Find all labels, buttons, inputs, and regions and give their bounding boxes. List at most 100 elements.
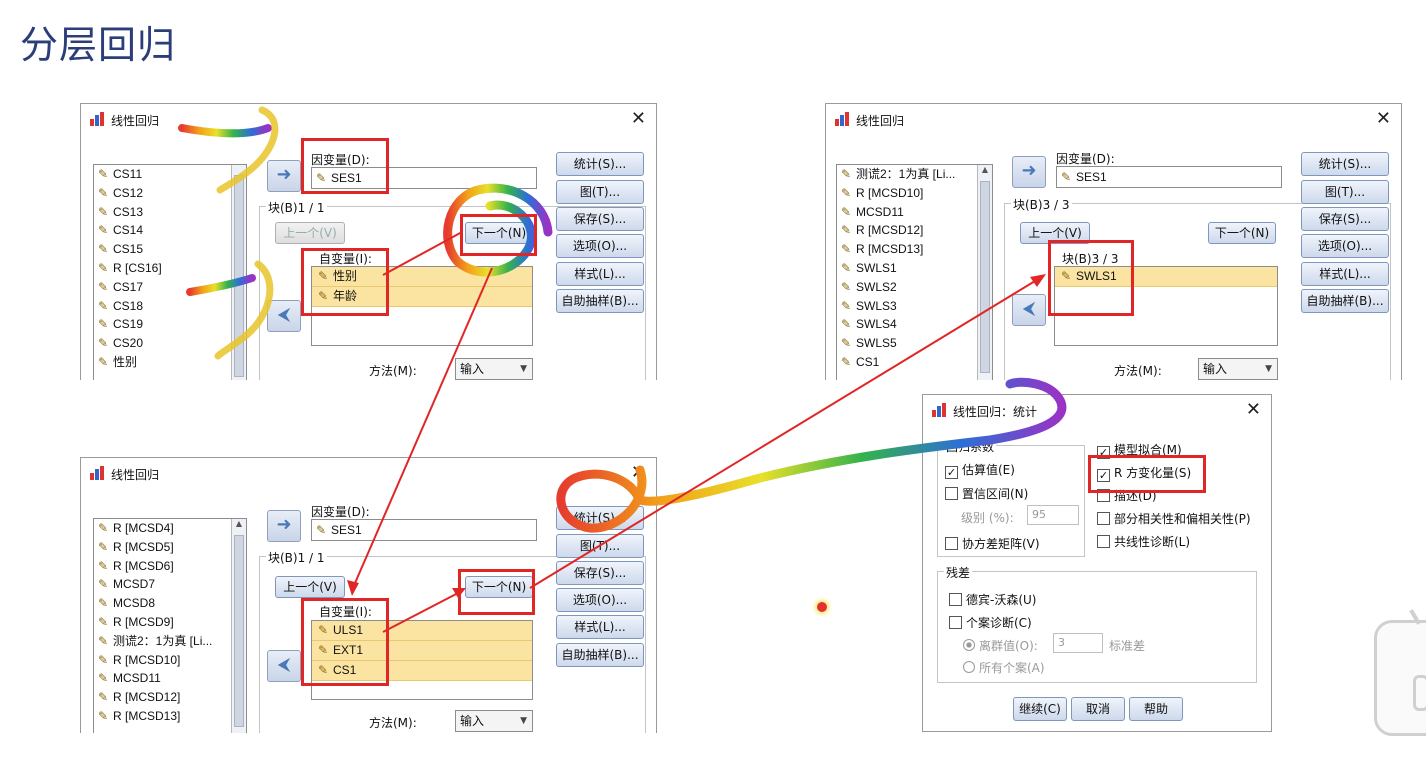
- style-button[interactable]: 样式(L)...: [556, 262, 644, 286]
- statistics-button[interactable]: 统计(S)...: [1301, 152, 1389, 176]
- confidence-interval-checkbox[interactable]: 置信区间(N): [945, 485, 1028, 502]
- part-partial-correlations-checkbox[interactable]: 部分相关性和偏相关性(P): [1097, 510, 1251, 527]
- move-to-independent-button[interactable]: ⮜: [1012, 294, 1046, 326]
- options-button[interactable]: 选项(O)...: [1301, 234, 1389, 258]
- variable-list-item[interactable]: ✎ R [CS16]: [94, 259, 246, 278]
- variable-list-item[interactable]: ✎ R [MCSD6]: [94, 557, 246, 576]
- continue-button[interactable]: 继续(C): [1013, 697, 1067, 721]
- options-button[interactable]: 选项(O)...: [556, 234, 644, 258]
- casewise-diagnostics-checkbox[interactable]: 个案诊断(C): [949, 614, 1032, 631]
- move-to-independent-button[interactable]: ⮜: [267, 300, 301, 332]
- method-select[interactable]: 输入 ▼: [455, 710, 533, 732]
- scale-var-icon: ✎: [98, 167, 109, 181]
- dialog-title: 线性回归：统计: [953, 405, 1038, 419]
- variable-list-item[interactable]: ✎ CS15: [94, 240, 246, 259]
- variable-list-item[interactable]: ✎ MCSD11: [837, 203, 992, 222]
- variable-list-item[interactable]: ✎ CS1: [837, 353, 992, 372]
- variable-list-item[interactable]: ✎ R [MCSD13]: [94, 707, 246, 726]
- cancel-button[interactable]: 取消: [1071, 697, 1125, 721]
- variable-list-item[interactable]: ✎ MCSD7: [94, 575, 246, 594]
- bootstrap-button[interactable]: 自助抽样(B)...: [556, 289, 644, 313]
- estimates-checkbox[interactable]: ✓ 估算值(E): [945, 461, 1015, 479]
- save-button[interactable]: 保存(S)...: [1301, 207, 1389, 231]
- level-input[interactable]: 95: [1027, 505, 1079, 525]
- block-label: 块(B)1 / 1: [266, 199, 327, 216]
- variable-list-item[interactable]: ✎ R [MCSD10]: [837, 184, 992, 203]
- variable-list-item[interactable]: ✎ SWLS1: [837, 259, 992, 278]
- variable-list-item[interactable]: ✎ R [MCSD4]: [94, 519, 246, 538]
- help-button[interactable]: 帮助: [1129, 697, 1183, 721]
- scale-var-icon: ✎: [98, 185, 109, 200]
- move-to-independent-button[interactable]: ⮜: [267, 650, 301, 682]
- close-icon[interactable]: ✕: [631, 108, 646, 129]
- variable-list-item[interactable]: ✎ R [MCSD13]: [837, 240, 992, 259]
- save-button[interactable]: 保存(S)...: [556, 561, 644, 585]
- plots-button[interactable]: 图(T)...: [1301, 180, 1389, 204]
- next-block-button[interactable]: 下一个(N): [1208, 222, 1276, 244]
- covariance-matrix-checkbox[interactable]: 协方差矩阵(V): [945, 535, 1040, 552]
- variable-list-item[interactable]: ✎ SWLS5: [837, 334, 992, 353]
- outliers-radio[interactable]: 离群值(O):: [963, 637, 1038, 654]
- bootstrap-button[interactable]: 自助抽样(B)...: [556, 643, 644, 667]
- variable-list-item[interactable]: ✎ 测谎2：1为真 [Li...: [837, 165, 992, 184]
- plots-button[interactable]: 图(T)...: [556, 534, 644, 558]
- variable-list-item[interactable]: ✎ R [MCSD12]: [94, 688, 246, 707]
- variable-list-item[interactable]: ✎ MCSD8: [94, 594, 246, 613]
- move-to-dependent-button[interactable]: ➜: [267, 510, 301, 542]
- method-select[interactable]: 输入 ▼: [1198, 358, 1278, 380]
- variable-list-item[interactable]: ✎ R [MCSD5]: [94, 538, 246, 557]
- statistics-button[interactable]: 统计(S)...: [556, 152, 644, 176]
- durbin-watson-checkbox[interactable]: 德宾-沃森(U): [949, 591, 1036, 608]
- all-cases-radio[interactable]: 所有个案(A): [963, 659, 1045, 676]
- variable-list-item[interactable]: ✎ CS13: [94, 203, 246, 222]
- prev-block-button[interactable]: 上一个(V): [275, 576, 345, 598]
- scrollbar[interactable]: [231, 165, 246, 380]
- variable-list-item[interactable]: ✎ 测谎2：1为真 [Li...: [94, 632, 246, 651]
- prev-block-button[interactable]: 上一个(V): [275, 222, 345, 244]
- method-label: 方法(M):: [1114, 364, 1162, 378]
- scale-var-icon: ✎: [98, 521, 109, 535]
- variable-list-item[interactable]: ✎ CS11: [94, 165, 246, 184]
- variable-list-item[interactable]: ✎ CS12: [94, 184, 246, 203]
- variable-list-item[interactable]: ✎ CS14: [94, 221, 246, 240]
- source-variable-list[interactable]: ✎ 测谎2：1为真 [Li... ✎ R [MCSD10] ✎ MCSD11 ✎ R [MCS…: [836, 164, 993, 380]
- variable-list-item[interactable]: ✎ R [MCSD9]: [94, 613, 246, 632]
- outliers-input[interactable]: 3: [1053, 633, 1103, 653]
- style-button[interactable]: 样式(L)...: [1301, 262, 1389, 286]
- dependent-field[interactable]: ✎ SES1: [311, 519, 537, 541]
- dependent-label: 因变量(D):: [1056, 152, 1115, 166]
- scale-var-icon: ✎: [98, 671, 109, 686]
- move-to-dependent-button[interactable]: ➜: [1012, 156, 1046, 188]
- variable-list-item[interactable]: ✎ SWLS3: [837, 297, 992, 316]
- options-button[interactable]: 选项(O)...: [556, 588, 644, 612]
- close-icon[interactable]: ✕: [1376, 108, 1391, 129]
- variable-list-item[interactable]: ✎ CS19: [94, 315, 246, 334]
- variable-list-item[interactable]: ✎ CS20: [94, 334, 246, 353]
- scrollbar[interactable]: ▲: [977, 165, 992, 380]
- plots-button[interactable]: 图(T)...: [556, 180, 644, 204]
- source-variable-list[interactable]: ✎ CS11 ✎ CS12 ✎ CS13 ✎ CS14 ✎ CS15 ✎ R [CS16] ✎ CS17 ✎…: [93, 164, 247, 380]
- variable-list-item[interactable]: ✎ MCSD11: [94, 669, 246, 688]
- scale-var-icon: ✎: [98, 298, 109, 313]
- collinearity-diagnostics-checkbox[interactable]: 共线性诊断(L): [1097, 533, 1190, 550]
- variable-list-item[interactable]: ✎ CS17: [94, 278, 246, 297]
- style-button[interactable]: 样式(L)...: [556, 615, 644, 639]
- method-select[interactable]: 输入 ▼: [455, 358, 533, 380]
- dependent-field[interactable]: ✎ SES1: [1056, 166, 1282, 188]
- close-icon[interactable]: ✕: [1246, 399, 1261, 420]
- variable-list-item[interactable]: ✎ SWLS4: [837, 315, 992, 334]
- bootstrap-button[interactable]: 自助抽样(B)...: [1301, 289, 1389, 313]
- scale-var-icon: ✎: [98, 652, 109, 667]
- variable-list-item[interactable]: ✎ CS18: [94, 297, 246, 316]
- move-to-dependent-button[interactable]: ➜: [267, 160, 301, 192]
- variable-list-item[interactable]: ✎ SWLS2: [837, 278, 992, 297]
- variable-list-item[interactable]: ✎ R [MCSD10]: [94, 651, 246, 670]
- scale-var-icon: ✎: [98, 317, 109, 332]
- variable-list-item[interactable]: ✎ R [MCSD12]: [837, 221, 992, 240]
- save-button[interactable]: 保存(S)...: [556, 207, 644, 231]
- scrollbar[interactable]: ▲: [231, 519, 246, 733]
- close-icon[interactable]: ✕: [631, 462, 646, 483]
- source-variable-list[interactable]: ✎ R [MCSD4] ✎ R [MCSD5] ✎ R [MCSD6] ✎ MCSD7 ✎ MCS…: [93, 518, 247, 733]
- variable-list-item[interactable]: ✎ 性别: [94, 353, 246, 372]
- statistics-button[interactable]: 统计(S)...: [556, 506, 644, 530]
